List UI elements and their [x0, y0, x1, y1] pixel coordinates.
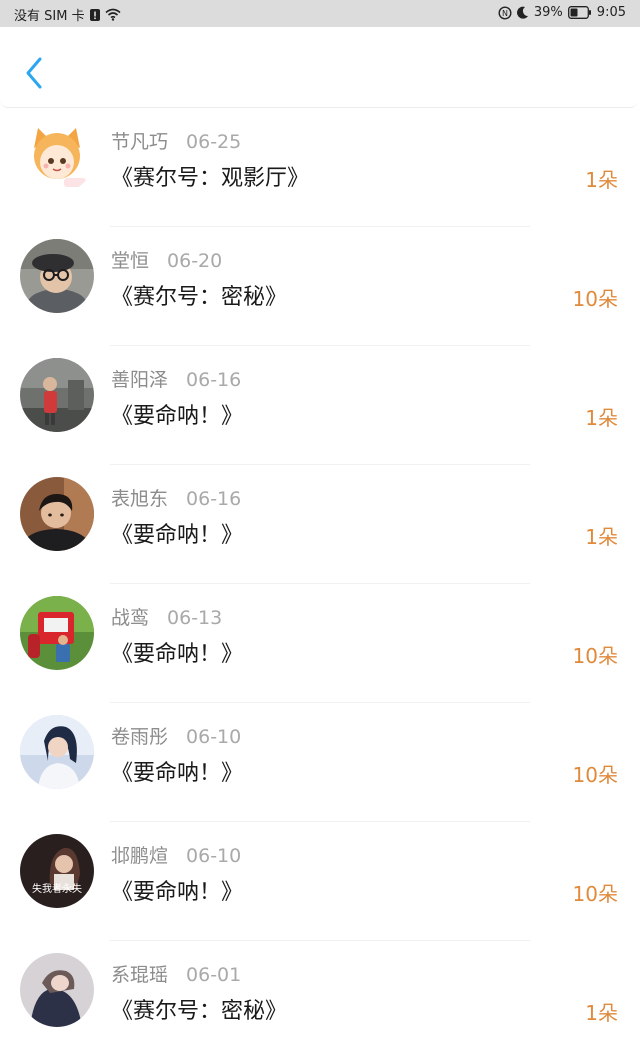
sender-meta: 善阳泽 06-16	[111, 365, 241, 392]
carrier-text: 没有 SIM 卡	[14, 9, 85, 24]
flower-count: 1朵	[585, 525, 618, 549]
avatar[interactable]	[20, 239, 94, 313]
avatar[interactable]	[20, 120, 94, 194]
flower-count: 10朵	[572, 644, 618, 668]
sender-meta: 战鸾 06-13	[111, 603, 222, 630]
gift-date: 06-16	[186, 369, 242, 391]
sender-meta: 表旭东 06-16	[111, 484, 241, 511]
flower-count: 1朵	[585, 168, 618, 192]
avatar-caption: 失我者永失	[32, 882, 82, 895]
work-title[interactable]: 《要命呐！》	[111, 517, 243, 549]
gift-date: 06-25	[186, 131, 242, 153]
back-button[interactable]	[16, 55, 52, 91]
work-title[interactable]: 《要命呐！》	[111, 636, 243, 668]
list-item[interactable]: 战鸾 06-13 《要命呐！》 10朵	[0, 584, 640, 703]
flower-count: 1朵	[585, 406, 618, 430]
wifi-icon	[105, 8, 121, 21]
list-item[interactable]: 堂恒 06-20 《赛尔号：密秘》 10朵	[0, 227, 640, 346]
work-title[interactable]: 《要命呐！》	[111, 874, 243, 906]
battery-icon	[567, 6, 592, 19]
avatar[interactable]	[20, 953, 94, 1027]
flower-count: 10朵	[572, 763, 618, 787]
sender-name: 善阳泽	[111, 369, 169, 391]
sender-name: 表旭东	[111, 488, 169, 510]
gift-date: 06-01	[186, 964, 242, 986]
list-item[interactable]: 系琨瑶 06-01 《赛尔号：密秘》 1朵	[0, 941, 640, 1060]
sender-meta: 邶鹏煊 06-10	[111, 841, 241, 868]
avatar[interactable]	[20, 715, 94, 789]
work-title[interactable]: 《赛尔号：密秘》	[111, 279, 287, 311]
gift-date: 06-20	[167, 250, 223, 272]
top-nav-bar	[0, 27, 638, 108]
moon-icon	[516, 6, 529, 19]
flower-count: 1朵	[585, 1001, 618, 1025]
sim-alert-icon	[89, 8, 101, 22]
gift-date: 06-10	[186, 845, 242, 867]
svg-text:N: N	[502, 9, 508, 18]
sender-name: 邶鹏煊	[111, 845, 169, 867]
avatar[interactable]: 失我者永失	[20, 834, 94, 908]
work-title[interactable]: 《赛尔号：观影厅》	[111, 160, 309, 192]
list-item[interactable]: 表旭东 06-16 《要命呐！》 1朵	[0, 465, 640, 584]
sender-name: 系琨瑶	[111, 964, 169, 986]
sender-meta: 节凡巧 06-25	[111, 127, 241, 154]
sender-name: 节凡巧	[111, 131, 169, 153]
avatar[interactable]	[20, 477, 94, 551]
list-item[interactable]: 失我者永失 邶鹏煊 06-10 《要命呐！》 10朵	[0, 822, 640, 941]
gift-list: 节凡巧 06-25 《赛尔号：观影厅》 1朵 堂恒 06-20 《赛尔号：密秘》 1…	[0, 108, 640, 1060]
flower-count: 10朵	[572, 287, 618, 311]
clock: 9:05	[596, 5, 626, 20]
work-title[interactable]: 《赛尔号：密秘》	[111, 993, 287, 1025]
gift-date: 06-10	[186, 726, 242, 748]
gift-date: 06-13	[167, 607, 223, 629]
sender-meta: 卷雨彤 06-10	[111, 722, 241, 749]
avatar[interactable]	[20, 358, 94, 432]
sender-meta: 堂恒 06-20	[111, 246, 222, 273]
sender-name: 卷雨彤	[111, 726, 169, 748]
sender-name: 堂恒	[111, 250, 150, 272]
list-item[interactable]: 善阳泽 06-16 《要命呐！》 1朵	[0, 346, 640, 465]
chevron-left-icon	[26, 57, 42, 89]
sender-name: 战鸾	[111, 607, 150, 629]
flower-count: 10朵	[572, 882, 618, 906]
gift-date: 06-16	[186, 488, 242, 510]
work-title[interactable]: 《要命呐！》	[111, 755, 243, 787]
work-title[interactable]: 《要命呐！》	[111, 398, 243, 430]
nfc-icon: N	[498, 5, 512, 20]
status-bar: 没有 SIM 卡 N 39% 9:05	[0, 0, 640, 27]
battery-percent: 39%	[533, 5, 563, 20]
avatar[interactable]	[20, 596, 94, 670]
list-item[interactable]: 卷雨彤 06-10 《要命呐！》 10朵	[0, 703, 640, 822]
list-item[interactable]: 节凡巧 06-25 《赛尔号：观影厅》 1朵	[0, 108, 640, 227]
sender-meta: 系琨瑶 06-01	[111, 960, 241, 987]
